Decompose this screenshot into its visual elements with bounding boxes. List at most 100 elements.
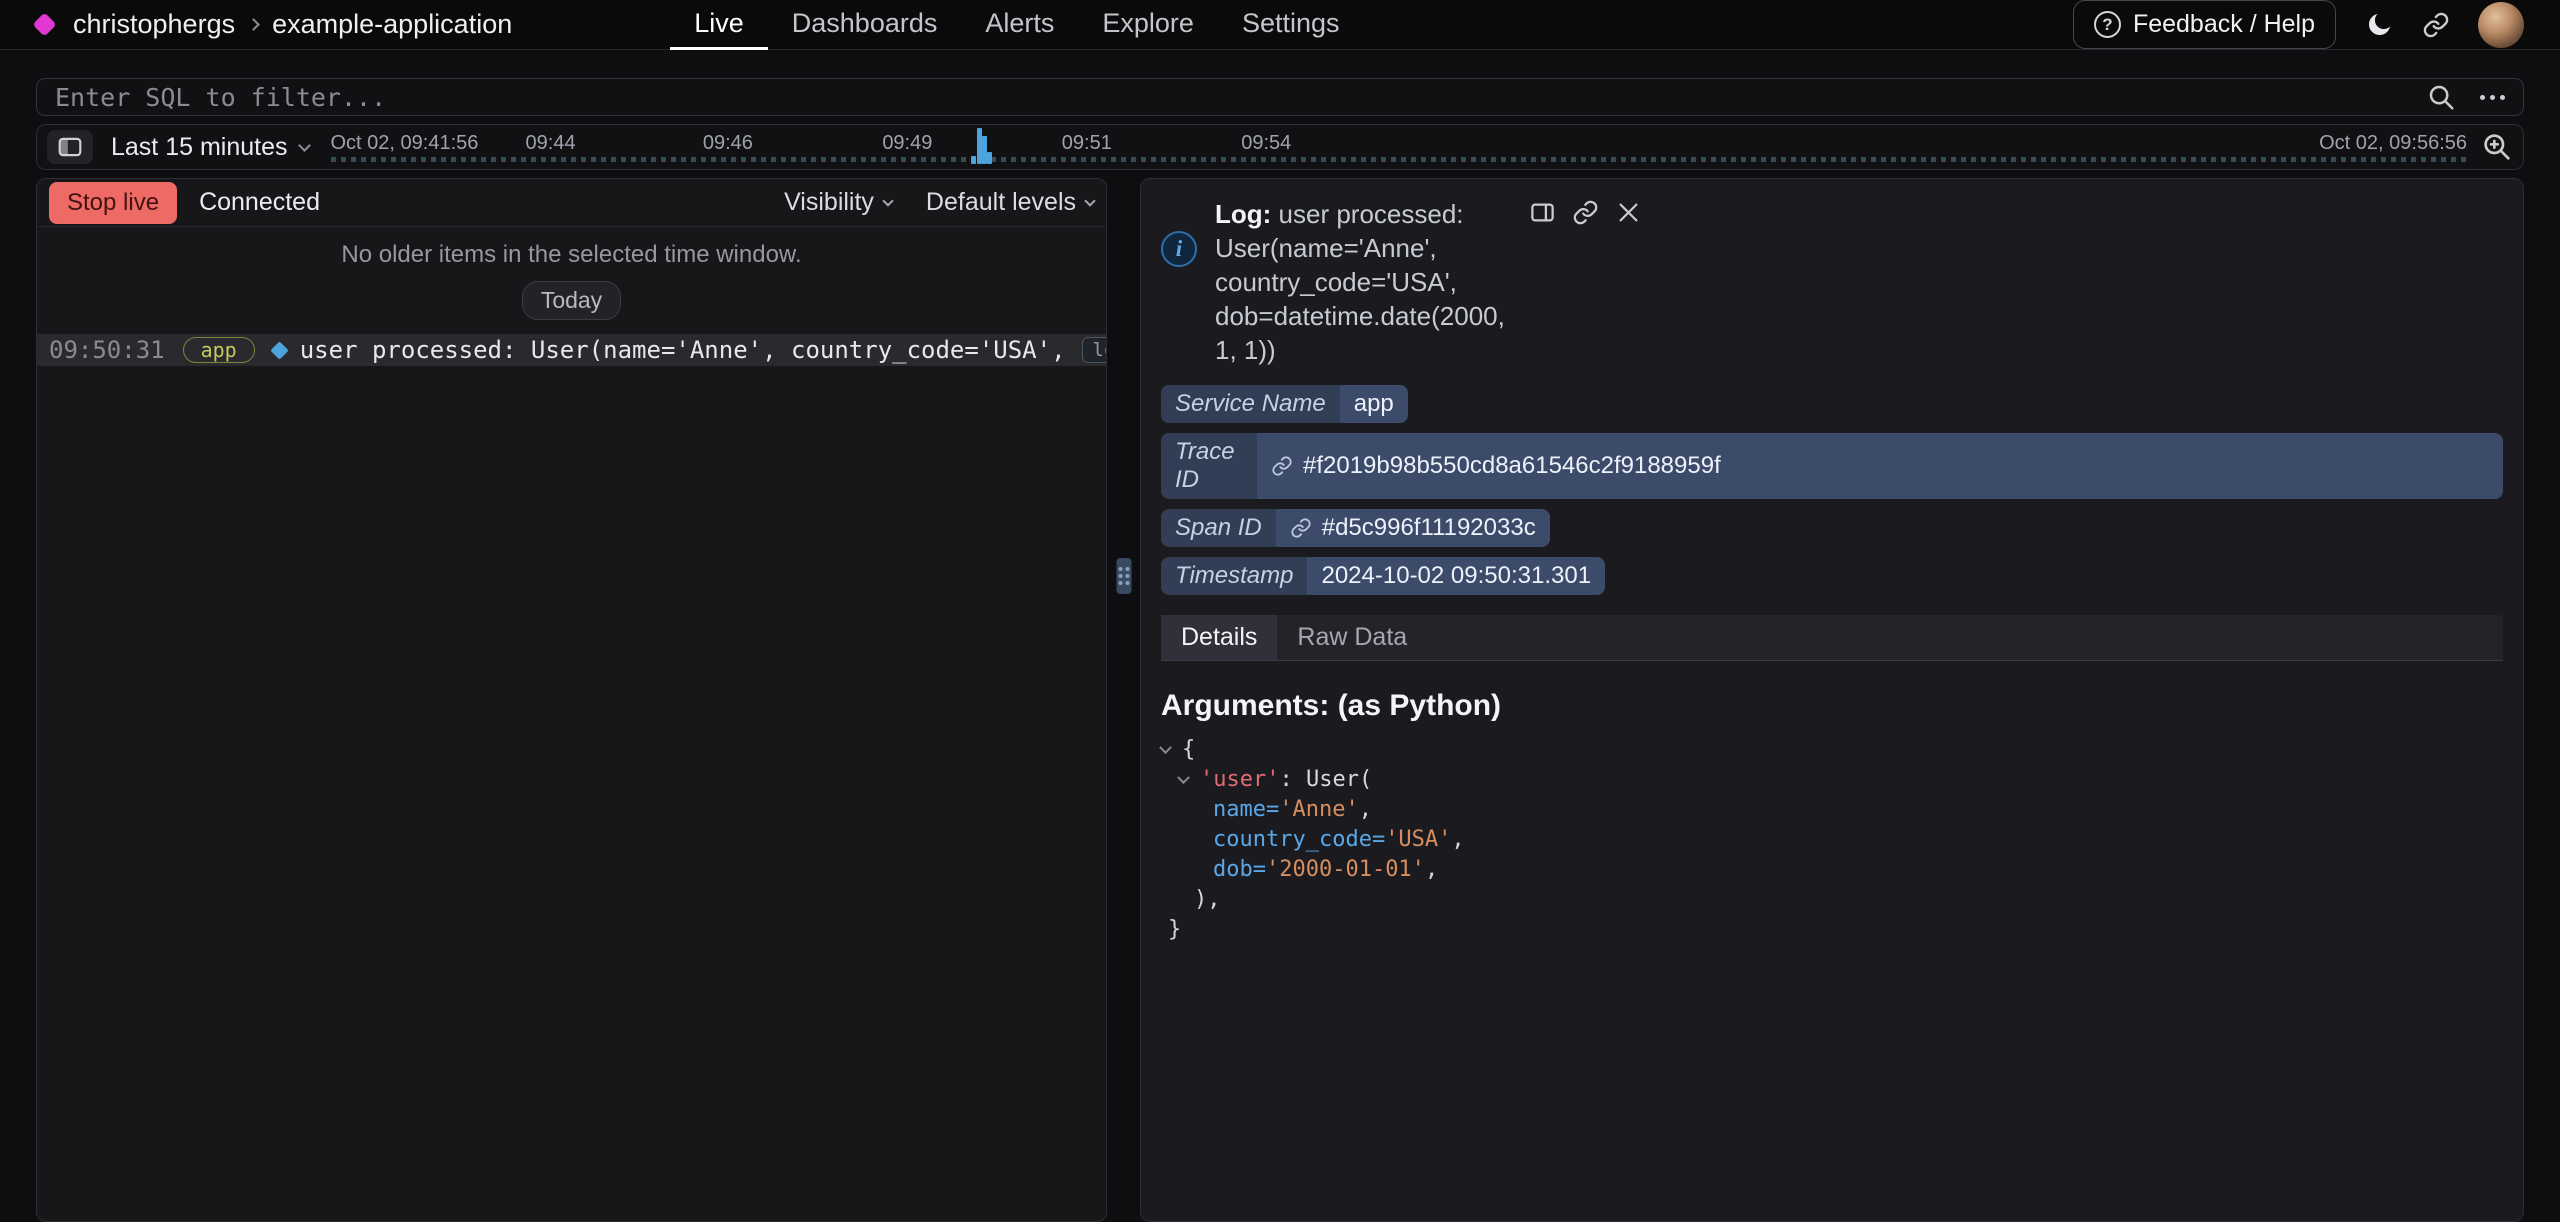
chevron-right-icon (247, 18, 260, 31)
info-icon: i (1161, 231, 1197, 267)
feedback-help-button[interactable]: ? Feedback / Help (2073, 0, 2336, 49)
time-tick: 09:44 (526, 132, 576, 155)
tab-dashboards[interactable]: Dashboards (768, 0, 962, 50)
tab-live[interactable]: Live (670, 0, 768, 50)
code-line: dob='2000-01-01', (1161, 855, 1465, 885)
live-header: Stop live Connected Visibility Default l… (37, 179, 1106, 227)
detail-title-prefix: Log: (1215, 199, 1271, 229)
time-range-select[interactable]: Last 15 minutes (111, 133, 309, 162)
panel-resize-handle[interactable] (1116, 558, 1131, 594)
sql-filter-input[interactable] (55, 83, 2426, 112)
share-link-button[interactable] (2422, 11, 2450, 39)
chevron-down-icon (1084, 195, 1095, 206)
today-button[interactable]: Today (522, 281, 621, 320)
link-icon (1290, 517, 1312, 539)
link-icon (1572, 199, 1599, 226)
tab-details[interactable]: Details (1161, 615, 1277, 660)
span-id-label: Span ID (1161, 509, 1276, 547)
detail-panel: i Log: user processed: User(name='Anne',… (1140, 178, 2524, 1222)
timeline-baseline (331, 157, 2468, 162)
service-name-label: Service Name (1161, 385, 1340, 423)
logfire-logo-icon[interactable] (32, 12, 56, 36)
code-line: country_code='USA', (1161, 825, 1465, 855)
span-id-chip[interactable]: Span ID #d5c996f11192033c (1161, 509, 1550, 547)
code-line: ), (1161, 885, 1465, 915)
sql-filter-bar (36, 78, 2524, 116)
tab-explore[interactable]: Explore (1078, 0, 1218, 50)
main-area: Stop live Connected Visibility Default l… (36, 178, 2524, 1222)
feedback-help-label: Feedback / Help (2133, 10, 2315, 39)
live-list-body: No older items in the selected time wind… (37, 227, 1106, 1221)
theme-toggle-button[interactable] (2364, 10, 2394, 40)
visibility-label: Visibility (784, 188, 874, 217)
time-tick: 09:49 (882, 132, 932, 155)
code-line: } (1161, 915, 1465, 945)
top-nav: christophergs example-application LiveDa… (0, 0, 2560, 50)
default-levels-dropdown[interactable]: Default levels (926, 188, 1094, 217)
time-tick: 09:46 (703, 132, 753, 155)
time-tick: 09:54 (1241, 132, 1291, 155)
time-range-label: Last 15 minutes (111, 133, 288, 162)
detail-header-icons (1529, 199, 1642, 226)
tab-alerts[interactable]: Alerts (961, 0, 1078, 50)
histogram-bar (977, 128, 982, 164)
log-level-diamond-icon (270, 341, 288, 359)
detail-tabs: Details Raw Data (1161, 615, 2503, 661)
question-icon: ? (2094, 11, 2121, 38)
visibility-dropdown[interactable]: Visibility (784, 188, 892, 217)
nav-tabs: LiveDashboardsAlertsExploreSettings (670, 0, 1363, 50)
live-list-panel: Stop live Connected Visibility Default l… (36, 178, 1107, 1222)
detail-header: i Log: user processed: User(name='Anne',… (1161, 197, 2503, 367)
search-icon[interactable] (2426, 82, 2456, 112)
default-levels-label: Default levels (926, 188, 1076, 217)
avatar[interactable] (2478, 2, 2524, 48)
histogram-bar (982, 136, 987, 164)
link-icon (2422, 11, 2450, 39)
span-id-value: #d5c996f11192033c (1322, 514, 1536, 542)
time-tick: 09:51 (1062, 132, 1112, 155)
more-options-icon[interactable] (2480, 95, 2505, 100)
zoom-button[interactable] (2481, 131, 2513, 163)
link-icon (1271, 455, 1293, 477)
empty-message: No older items in the selected time wind… (37, 227, 1106, 269)
chevron-down-icon (882, 195, 893, 206)
log-timestamp: 09:50:31 (49, 336, 165, 364)
close-panel-button[interactable] (1615, 199, 1642, 226)
tab-raw-data[interactable]: Raw Data (1277, 615, 1427, 660)
trace-id-label: Trace ID (1161, 433, 1257, 499)
collapse-caret-icon[interactable] (1177, 771, 1190, 784)
zoom-in-icon (2481, 131, 2513, 163)
service-badge: app (183, 337, 255, 363)
copy-link-button[interactable] (1572, 199, 1599, 226)
arguments-code-block: {'user': User(name='Anne',country_code='… (1161, 735, 1465, 945)
nav-right-cluster: ? Feedback / Help (2073, 0, 2524, 49)
stop-live-button[interactable]: Stop live (49, 182, 177, 224)
sidebar-toggle-button[interactable] (47, 130, 93, 164)
arguments-heading: Arguments: (as Python) (1161, 689, 1501, 723)
trace-id-value: #f2019b98b550cd8a61546c2f9188959f (1303, 452, 1721, 480)
open-panel-button[interactable] (1529, 199, 1556, 226)
collapse-caret-icon[interactable] (1159, 741, 1172, 754)
service-name-value: app (1340, 385, 1408, 423)
code-line: name='Anne', (1161, 795, 1465, 825)
histogram-bar (971, 156, 976, 164)
tab-settings[interactable]: Settings (1218, 0, 1364, 50)
time-bar: Last 15 minutes Oct 02, 09:41:56 09:44 09:… (36, 124, 2524, 170)
panel-divider (1107, 178, 1140, 1222)
detail-title: Log: user processed: User(name='Anne', c… (1215, 197, 1511, 367)
connection-status: Connected (199, 188, 320, 217)
panel-icon (1529, 199, 1556, 226)
timestamp-chip: Timestamp 2024-10-02 09:50:31.301 (1161, 557, 1605, 595)
log-row[interactable]: 09:50:31 app user processed: User(name='… (37, 334, 1106, 366)
attribute-chips: Service Name app Trace ID #f2019b98b550c… (1161, 385, 2503, 595)
histogram-bar (987, 152, 992, 164)
timeline[interactable]: Oct 02, 09:41:56 09:44 09:46 09:49 09:51 09:5… (331, 125, 2468, 169)
breadcrumb-project[interactable]: example-application (272, 9, 512, 40)
time-tick: Oct 02, 09:56:56 (2319, 132, 2467, 155)
trace-id-chip[interactable]: Trace ID #f2019b98b550cd8a61546c2f918895… (1161, 433, 2503, 499)
time-tick: Oct 02, 09:41:56 (331, 132, 479, 155)
code-line: 'user': User( (1161, 765, 1465, 795)
close-icon (1615, 199, 1642, 226)
chevron-down-icon (298, 139, 311, 152)
breadcrumb-org[interactable]: christophergs (73, 9, 235, 40)
